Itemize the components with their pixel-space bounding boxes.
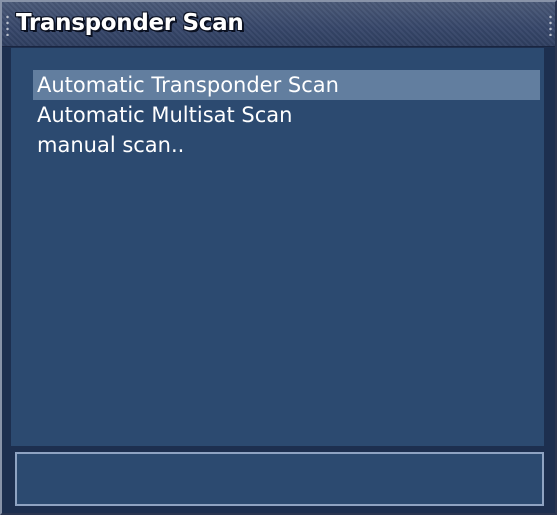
grip-dots-icon: [548, 14, 553, 36]
grip-dots-icon: [5, 14, 10, 36]
menu-item-automatic-multisat-scan[interactable]: Automatic Multisat Scan: [33, 100, 540, 130]
menu-item-automatic-transponder-scan[interactable]: Automatic Transponder Scan: [33, 70, 540, 100]
info-box: [15, 452, 544, 506]
menu-panel: Automatic Transponder Scan Automatic Mul…: [11, 48, 544, 446]
window-title: Transponder Scan: [16, 10, 244, 36]
title-bar: Transponder Scan: [2, 2, 555, 47]
transponder-scan-window: Transponder Scan Automatic Transponder S…: [0, 0, 557, 515]
scan-menu-list: Automatic Transponder Scan Automatic Mul…: [33, 70, 540, 160]
menu-item-manual-scan[interactable]: manual scan..: [33, 130, 540, 160]
